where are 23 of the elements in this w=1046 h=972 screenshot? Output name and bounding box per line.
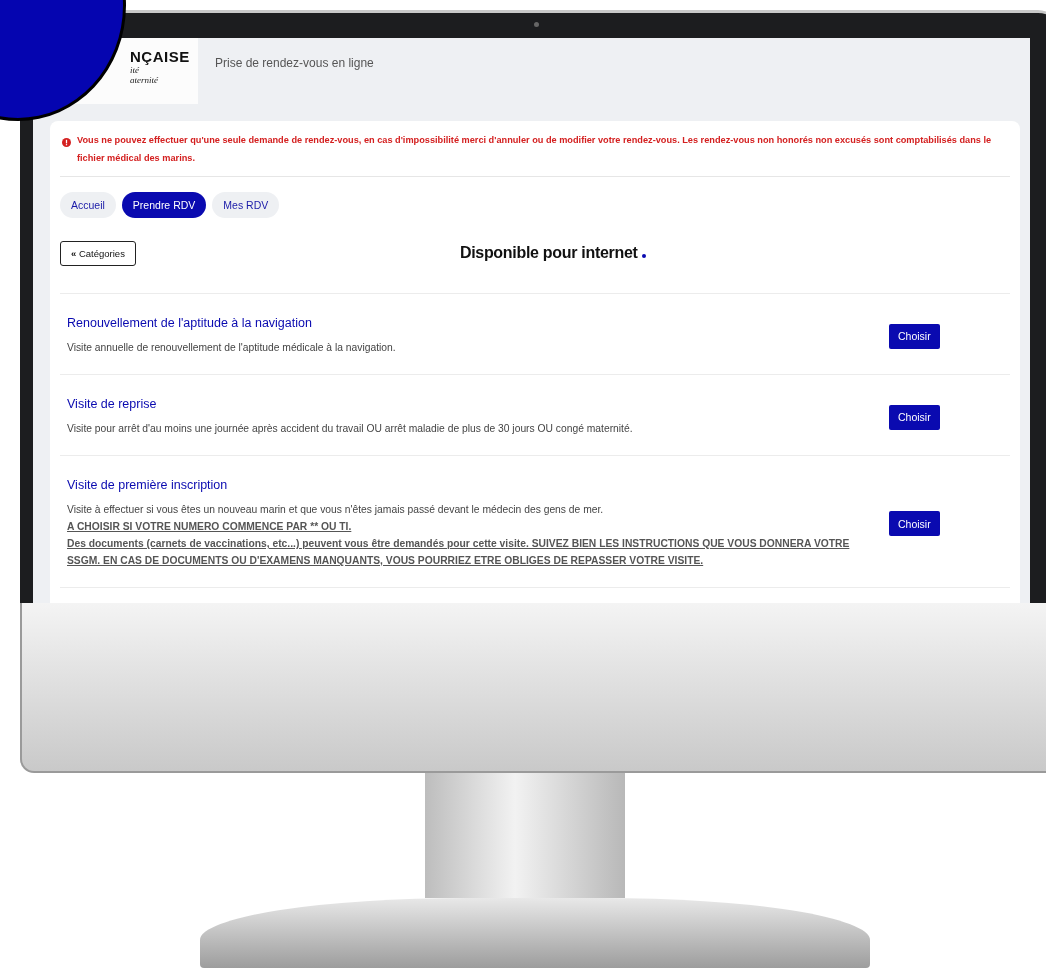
choose-button[interactable]: Choisir xyxy=(889,323,940,349)
page-heading: Disponible pour internet xyxy=(459,244,638,262)
nav-tab[interactable]: Mes RDV xyxy=(212,192,280,218)
service-description: Des documents (carnets de vaccinations, etc...) peuvent vous être demandés pour cette visite. SUIVEZ BIEN LES INSTRUCTIONS QUE VOUS DONNERA VOTRE SSGM. EN CAS DE DOCUMENTS OU D'EXAMENS MANQUANTS, VOUS POURRIEZ ETRE OBLIGES DE REPASSER VOTRE VISITE. xyxy=(67,537,851,568)
logo-motto: aternité xyxy=(130,75,159,85)
categories-button[interactable]: « Catégories xyxy=(60,240,136,266)
nav-tab[interactable]: Accueil xyxy=(60,192,116,218)
alert-icon xyxy=(62,138,71,147)
service-title: Renouvellement de l'aptitude à la navigation xyxy=(67,316,313,330)
service-description: Visite pour arrêt d'au moins une journée après accident du travail OU arrêt maladie de plus de 30 jours OU congé maternité. xyxy=(67,422,634,436)
logo-motto: ité xyxy=(130,65,140,75)
nav-tab[interactable]: Prendre RDV xyxy=(121,192,207,218)
site-subtitle: Prise de rendez-vous en ligne xyxy=(215,56,374,72)
alert-message: Vous ne pouvez effectuer qu'une seule demande de rendez-vous, en cas d'impossibilité merci d'annuler ou de modifier votre rendez-vous. Les rendez-vous non honorés non excusés sont comptabilisés dans le fichier médical des marins. xyxy=(77,134,993,165)
choose-button[interactable]: Choisir xyxy=(889,404,940,430)
service-description: Visite annuelle de renouvellement de l'aptitude médicale à la navigation. xyxy=(67,341,397,355)
choose-button[interactable]: Choisir xyxy=(889,511,940,536)
service-title: Visite de reprise xyxy=(67,397,158,411)
logo-text: NÇAISE xyxy=(130,48,191,65)
dot-icon xyxy=(641,254,646,258)
service-description: Visite à effectuer si vous êtes un nouveau marin et que vous n'êtes jamais passé devant le médecin des gens de mer. xyxy=(67,503,605,517)
service-description: A CHOISIR SI VOTRE NUMERO COMMENCE PAR ** OU TI. xyxy=(67,520,353,534)
service-title: Visite de première inscription xyxy=(67,478,229,492)
